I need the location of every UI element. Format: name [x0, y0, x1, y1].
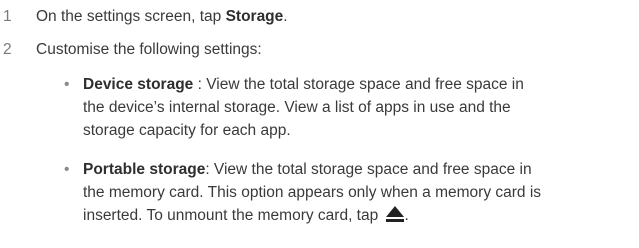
step-text-before: On the settings screen, tap — [36, 8, 226, 25]
step-text: On the settings screen, tap Storage. — [36, 7, 288, 27]
bullet-line-text: : View the total storage space and free … — [193, 76, 524, 93]
bullet-line: the memory card. This option appears onl… — [83, 184, 542, 201]
bullet-marker: • — [64, 76, 70, 93]
bullet-body: Device storage : View the total storage … — [83, 73, 638, 142]
bullet-line: storage capacity for each app. — [83, 122, 291, 139]
bullet-marker: • — [64, 161, 70, 178]
step-number: 2 — [3, 41, 12, 58]
storage-term: Storage — [225, 8, 284, 25]
step-text-after: . — [283, 8, 288, 25]
bullet-line: the device’s internal storage. View a li… — [83, 99, 511, 116]
step-text: Customise the following settings: — [36, 41, 262, 58]
bullet-line-text: . — [404, 207, 409, 224]
instructions-page: 1 On the settings screen, tap Storage. 2… — [0, 0, 639, 248]
bullet-line-text: inserted. To unmount the memory card, ta… — [83, 207, 383, 224]
portable-storage-term: Portable storage — [83, 161, 206, 178]
bullet-body: Portable storage: View the total storage… — [83, 158, 638, 227]
bullet-line: Device storage : View the total storage … — [83, 73, 638, 96]
step-number: 1 — [3, 8, 12, 25]
eject-icon — [385, 206, 405, 222]
device-storage-term: Device storage — [83, 76, 194, 93]
bullet-line: Portable storage: View the total storage… — [83, 158, 638, 181]
bullet-line-text: : View the total storage space and free … — [205, 161, 532, 178]
bullet-line: inserted. To unmount the memory card, ta… — [83, 204, 638, 227]
